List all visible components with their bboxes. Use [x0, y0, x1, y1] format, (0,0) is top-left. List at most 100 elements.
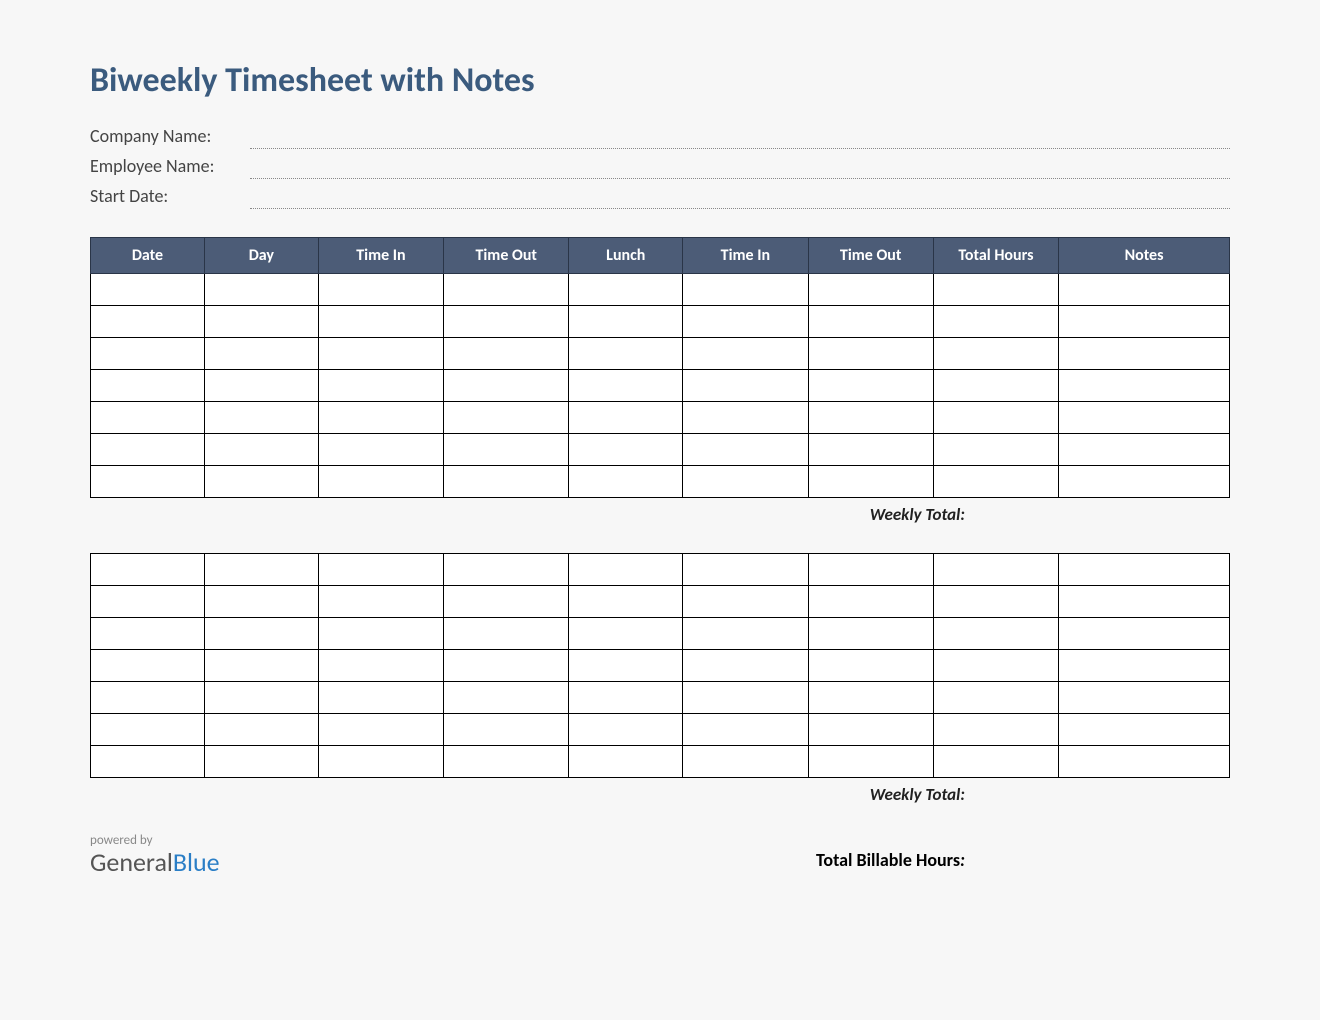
table-cell[interactable] — [91, 714, 205, 746]
table-cell[interactable] — [91, 466, 205, 498]
table-cell[interactable] — [91, 306, 205, 338]
table-cell[interactable] — [204, 402, 318, 434]
table-cell[interactable] — [204, 650, 318, 682]
table-cell[interactable] — [204, 586, 318, 618]
table-cell[interactable] — [933, 274, 1058, 306]
table-cell[interactable] — [808, 586, 933, 618]
table-cell[interactable] — [683, 306, 808, 338]
table-cell[interactable] — [1059, 466, 1230, 498]
table-cell[interactable] — [91, 402, 205, 434]
table-cell[interactable] — [1059, 370, 1230, 402]
table-cell[interactable] — [91, 554, 205, 586]
table-cell[interactable] — [683, 466, 808, 498]
table-cell[interactable] — [444, 682, 569, 714]
table-cell[interactable] — [1059, 554, 1230, 586]
table-cell[interactable] — [204, 554, 318, 586]
table-cell[interactable] — [318, 466, 443, 498]
table-cell[interactable] — [933, 618, 1058, 650]
table-cell[interactable] — [204, 274, 318, 306]
table-cell[interactable] — [683, 618, 808, 650]
table-cell[interactable] — [569, 466, 683, 498]
table-cell[interactable] — [569, 682, 683, 714]
table-cell[interactable] — [569, 370, 683, 402]
table-cell[interactable] — [444, 586, 569, 618]
table-cell[interactable] — [318, 586, 443, 618]
table-cell[interactable] — [204, 682, 318, 714]
table-cell[interactable] — [933, 306, 1058, 338]
table-cell[interactable] — [683, 650, 808, 682]
table-cell[interactable] — [808, 714, 933, 746]
employee-input-line[interactable] — [250, 159, 1230, 179]
table-cell[interactable] — [91, 434, 205, 466]
table-cell[interactable] — [1059, 746, 1230, 778]
table-cell[interactable] — [1059, 618, 1230, 650]
table-cell[interactable] — [318, 714, 443, 746]
table-cell[interactable] — [1059, 682, 1230, 714]
table-cell[interactable] — [569, 714, 683, 746]
table-cell[interactable] — [204, 618, 318, 650]
table-cell[interactable] — [444, 306, 569, 338]
table-cell[interactable] — [444, 746, 569, 778]
table-cell[interactable] — [569, 338, 683, 370]
table-cell[interactable] — [318, 746, 443, 778]
start-date-input-line[interactable] — [250, 189, 1230, 209]
table-cell[interactable] — [933, 434, 1058, 466]
table-cell[interactable] — [1059, 306, 1230, 338]
table-cell[interactable] — [444, 466, 569, 498]
table-cell[interactable] — [91, 618, 205, 650]
table-cell[interactable] — [1059, 586, 1230, 618]
table-cell[interactable] — [444, 338, 569, 370]
table-cell[interactable] — [444, 402, 569, 434]
table-cell[interactable] — [683, 554, 808, 586]
table-cell[interactable] — [683, 274, 808, 306]
table-cell[interactable] — [318, 554, 443, 586]
table-cell[interactable] — [808, 306, 933, 338]
table-cell[interactable] — [683, 434, 808, 466]
table-cell[interactable] — [91, 746, 205, 778]
table-cell[interactable] — [444, 434, 569, 466]
table-cell[interactable] — [683, 746, 808, 778]
table-cell[interactable] — [91, 650, 205, 682]
table-cell[interactable] — [808, 434, 933, 466]
table-cell[interactable] — [808, 746, 933, 778]
table-cell[interactable] — [933, 402, 1058, 434]
table-cell[interactable] — [1059, 402, 1230, 434]
company-input-line[interactable] — [250, 129, 1230, 149]
table-cell[interactable] — [204, 306, 318, 338]
table-cell[interactable] — [808, 370, 933, 402]
table-cell[interactable] — [808, 274, 933, 306]
table-cell[interactable] — [569, 554, 683, 586]
table-cell[interactable] — [204, 434, 318, 466]
table-cell[interactable] — [204, 370, 318, 402]
table-cell[interactable] — [933, 714, 1058, 746]
table-cell[interactable] — [683, 370, 808, 402]
table-cell[interactable] — [318, 434, 443, 466]
table-cell[interactable] — [569, 306, 683, 338]
table-cell[interactable] — [318, 370, 443, 402]
table-cell[interactable] — [204, 338, 318, 370]
table-cell[interactable] — [1059, 434, 1230, 466]
table-cell[interactable] — [204, 746, 318, 778]
table-cell[interactable] — [808, 618, 933, 650]
table-cell[interactable] — [569, 434, 683, 466]
table-cell[interactable] — [933, 682, 1058, 714]
table-cell[interactable] — [569, 650, 683, 682]
table-cell[interactable] — [569, 746, 683, 778]
table-cell[interactable] — [569, 402, 683, 434]
table-cell[interactable] — [569, 274, 683, 306]
table-cell[interactable] — [683, 682, 808, 714]
table-cell[interactable] — [444, 554, 569, 586]
table-cell[interactable] — [683, 586, 808, 618]
table-cell[interactable] — [318, 274, 443, 306]
table-cell[interactable] — [808, 338, 933, 370]
table-cell[interactable] — [204, 466, 318, 498]
table-cell[interactable] — [933, 466, 1058, 498]
table-cell[interactable] — [683, 402, 808, 434]
table-cell[interactable] — [444, 274, 569, 306]
table-cell[interactable] — [933, 746, 1058, 778]
table-cell[interactable] — [933, 650, 1058, 682]
table-cell[interactable] — [808, 682, 933, 714]
table-cell[interactable] — [569, 586, 683, 618]
table-cell[interactable] — [683, 714, 808, 746]
table-cell[interactable] — [808, 402, 933, 434]
